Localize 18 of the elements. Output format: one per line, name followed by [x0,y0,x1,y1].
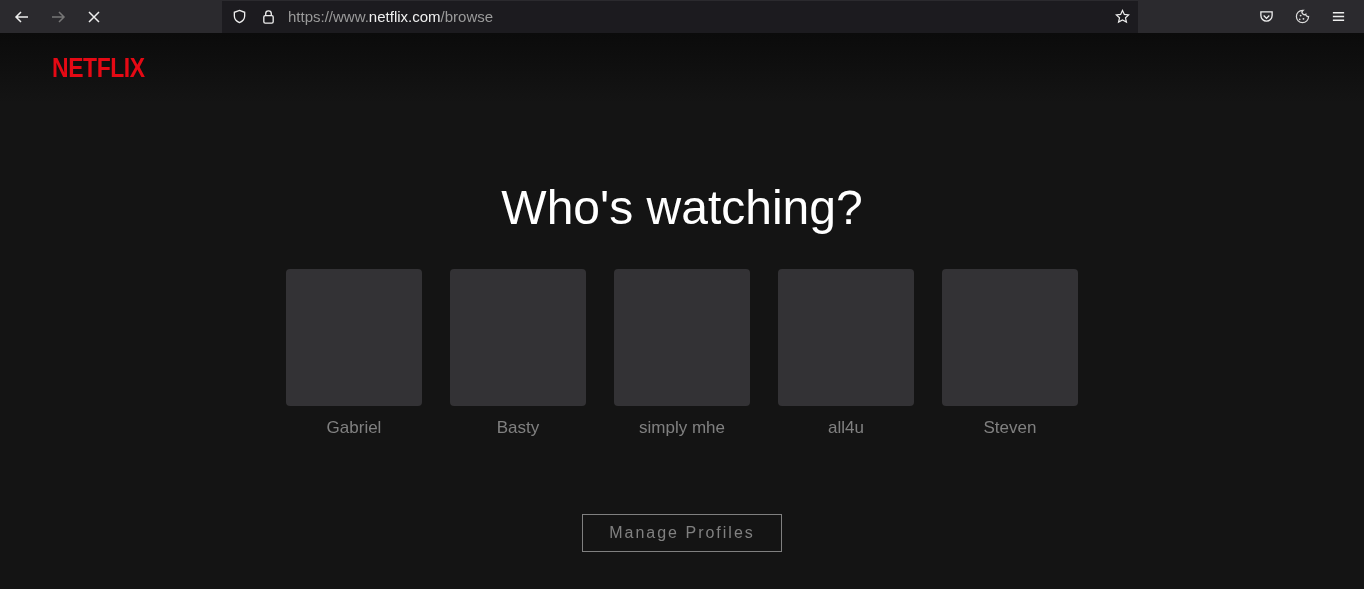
manage-profiles-button[interactable]: Manage Profiles [582,514,782,552]
menu-icon[interactable] [1331,9,1346,24]
forward-icon[interactable] [50,8,66,25]
lock-icon[interactable] [261,9,276,24]
profile-name[interactable]: all4u [828,418,864,438]
shield-icon[interactable] [232,9,247,24]
cookie-icon[interactable] [1295,9,1310,24]
star-icon[interactable] [1115,9,1130,24]
stop-icon[interactable] [86,8,102,25]
page-heading: Who's watching? [501,180,863,236]
profile-name[interactable]: Gabriel [326,418,382,438]
profile-name[interactable]: Steven [983,418,1037,438]
profile-name[interactable]: simply mhe [639,418,725,438]
address-bar[interactable]: https://www.netflix.com/browse [222,0,1138,33]
pocket-icon[interactable] [1259,9,1274,24]
profile-name[interactable]: Basty [496,418,540,438]
back-icon[interactable] [14,8,30,25]
netflix-logo[interactable]: NETFLIX [52,54,145,82]
